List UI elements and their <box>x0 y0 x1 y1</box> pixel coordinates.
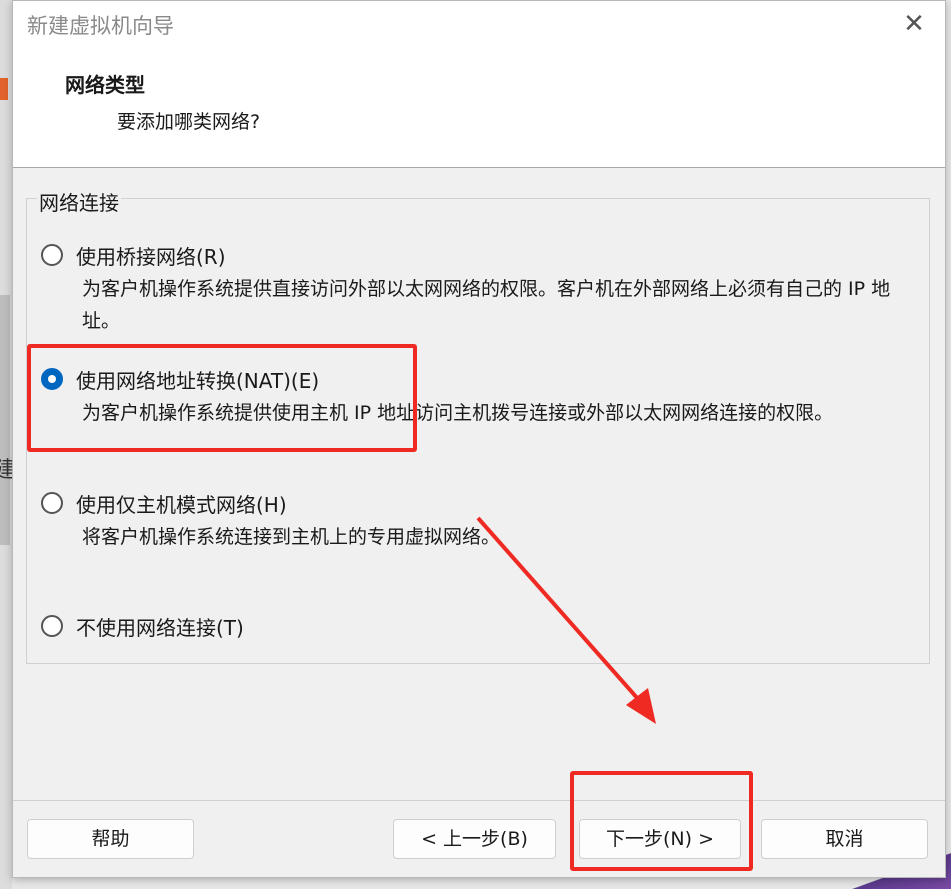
annotation-arrow <box>476 516 656 724</box>
